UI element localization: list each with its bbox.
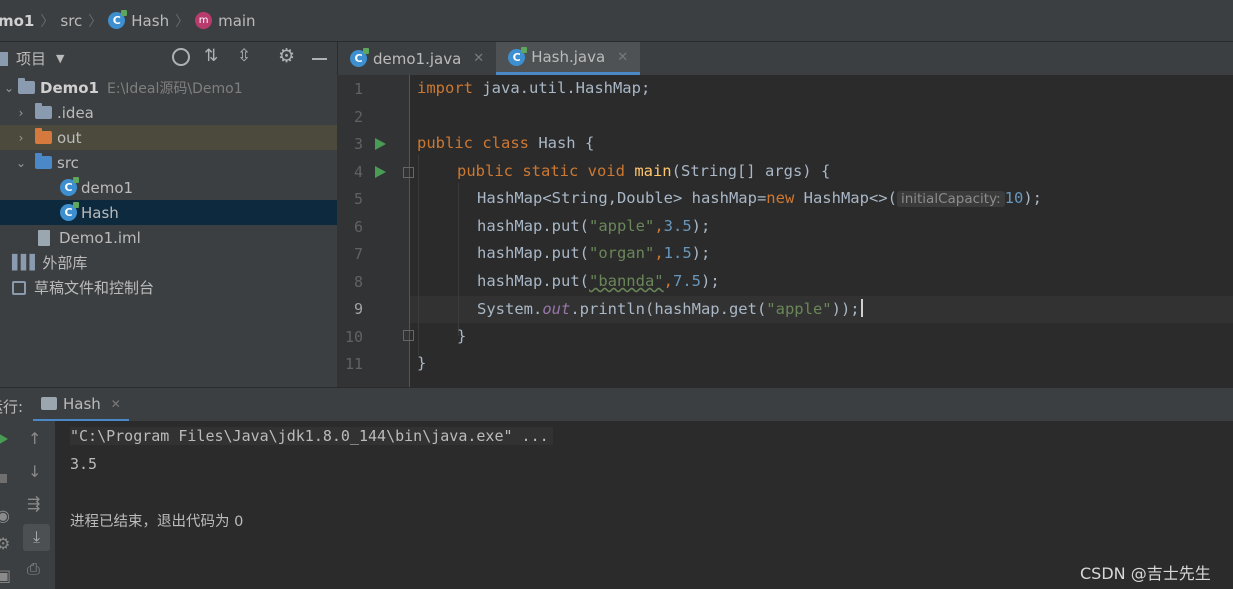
fold-icon[interactable]: [403, 167, 414, 178]
line-number: 8: [353, 273, 363, 291]
chevron-right-icon: 〉: [175, 13, 190, 30]
project-view-selector[interactable]: 项目: [16, 48, 46, 69]
tree-item-idea[interactable]: › .idea: [0, 100, 337, 125]
code-line: hashMap.put("apple",3.5);: [477, 217, 711, 235]
camera-icon[interactable]: ◉: [0, 506, 10, 525]
line-number: 11: [344, 355, 363, 373]
method-icon: m: [195, 12, 213, 29]
source-folder-icon: [35, 153, 52, 169]
breadcrumb-project[interactable]: mo1: [0, 12, 34, 30]
code-line-current: System.out.println(hashMap.get("apple"))…: [477, 299, 863, 318]
indent-guide: [418, 155, 419, 355]
class-icon: C: [60, 202, 79, 221]
console-output[interactable]: [55, 421, 1233, 589]
folder-icon: [35, 103, 52, 119]
fold-icon[interactable]: [403, 330, 414, 341]
rerun-icon[interactable]: [0, 433, 8, 445]
layout-icon[interactable]: ▣: [0, 566, 11, 585]
class-icon: C: [350, 48, 369, 67]
text-cursor: [860, 299, 863, 317]
gear-icon[interactable]: ⚙: [278, 45, 295, 67]
class-icon: C: [60, 177, 79, 196]
tree-item-demo1-iml[interactable]: Demo1.iml: [0, 225, 337, 250]
code-line: }: [457, 327, 467, 345]
console-icon: [41, 397, 57, 410]
tree-item-demo1-root[interactable]: ⌄ Demo1 E:\Ideal源码\Demo1: [0, 75, 337, 100]
breadcrumb-folder[interactable]: src: [60, 12, 82, 30]
scroll-to-end-icon[interactable]: ⤓: [23, 524, 50, 551]
locate-icon[interactable]: [172, 48, 190, 66]
module-icon: [0, 51, 8, 66]
class-icon: C: [108, 10, 128, 29]
line-number: 1: [353, 80, 363, 98]
editor-tabs: C demo1.java ✕ C Hash.java ✕: [337, 42, 1233, 75]
code-line: public static void main(String[] args) {: [457, 162, 831, 180]
run-panel-header: 运行: Hash ✕: [0, 387, 1233, 422]
close-icon[interactable]: ✕: [111, 397, 121, 411]
tab-demo1-java[interactable]: C demo1.java ✕: [338, 42, 496, 75]
chevron-right-icon: 〉: [88, 13, 103, 30]
chevron-down-icon[interactable]: ⌄: [12, 156, 30, 170]
chevron-right-icon: 〉: [40, 13, 55, 30]
print-icon[interactable]: ⎙: [27, 559, 40, 579]
code-line: hashMap.put("organ",1.5);: [477, 244, 711, 262]
scratch-icon: [12, 280, 26, 295]
line-number: 3: [353, 135, 363, 153]
line-number: 6: [353, 218, 363, 236]
code-line: hashMap.put("bannda",7.5);: [477, 272, 720, 290]
breadcrumb-class[interactable]: C Hash: [108, 10, 169, 30]
project-tree: ⌄ Demo1 E:\Ideal源码\Demo1 › .idea › out ⌄…: [0, 75, 337, 387]
tree-item-out[interactable]: › out: [0, 125, 337, 150]
run-toolbar: ↑ ↓ ⇶ ⤓ ⎙ ◉ ⚙ ▣: [0, 421, 55, 589]
watermark: CSDN @吉士先生: [1080, 564, 1211, 583]
run-main-icon[interactable]: [375, 166, 386, 178]
library-icon: ▌▌▌: [12, 254, 40, 271]
line-number: 4: [353, 163, 363, 181]
chevron-right-icon[interactable]: ›: [12, 131, 30, 145]
line-number: 10: [344, 328, 363, 346]
code-line: public class Hash {: [417, 134, 595, 152]
expand-all-icon[interactable]: ⇅: [204, 46, 218, 66]
soft-wrap-icon[interactable]: ⇶: [27, 494, 40, 513]
line-number: 2: [353, 108, 363, 126]
close-icon[interactable]: ✕: [617, 50, 628, 65]
run-panel-label: 运行:: [0, 398, 24, 416]
project-panel-header: 项目 ▼ ⇅ ⇳ ⚙: [0, 42, 337, 75]
arrow-up-icon[interactable]: ↑: [28, 429, 41, 448]
minimize-icon[interactable]: [312, 58, 327, 60]
breadcrumb: mo1 〉 src 〉 C Hash 〉 m main: [0, 0, 1233, 42]
run-tab-hash[interactable]: Hash ✕: [33, 388, 129, 422]
console-line: 进程已结束，退出代码为 0: [70, 514, 244, 530]
breadcrumb-method[interactable]: m main: [195, 12, 256, 30]
tree-item-scratches[interactable]: 草稿文件和控制台: [0, 275, 337, 300]
module-folder-icon: [18, 78, 35, 94]
indent-guide: [458, 183, 459, 336]
tree-item-demo1-class[interactable]: C demo1: [0, 175, 337, 200]
tab-hash-java[interactable]: C Hash.java ✕: [496, 42, 641, 75]
chevron-down-icon[interactable]: ⌄: [0, 81, 18, 95]
chevron-down-icon[interactable]: ▼: [56, 52, 64, 65]
excluded-folder-icon: [35, 128, 52, 144]
tree-item-src[interactable]: ⌄ src: [0, 150, 337, 175]
parameter-hint: initialCapacity:: [896, 191, 1005, 207]
console-line: "C:\Program Files\Java\jdk1.8.0_144\bin\…: [70, 427, 553, 445]
tree-item-hash-class[interactable]: C Hash: [0, 200, 337, 225]
line-number: 5: [353, 190, 363, 208]
settings-icon[interactable]: ⚙: [0, 534, 10, 553]
run-class-icon[interactable]: [375, 138, 386, 150]
class-icon: C: [508, 46, 528, 66]
close-icon[interactable]: ✕: [473, 51, 484, 66]
console-line: 3.5: [70, 455, 98, 473]
tree-item-external-libraries[interactable]: ▌▌▌ 外部库: [0, 250, 337, 275]
file-icon: [38, 229, 50, 246]
line-number: 7: [353, 245, 363, 263]
arrow-down-icon[interactable]: ↓: [28, 462, 41, 481]
line-number-current: 9: [353, 300, 363, 318]
collapse-all-icon[interactable]: ⇳: [237, 46, 251, 66]
code-line: import java.util.HashMap;: [417, 79, 651, 97]
code-line: HashMap<String,Double> hashMap=new HashM…: [477, 189, 1042, 207]
stop-icon[interactable]: [0, 474, 7, 483]
chevron-right-icon[interactable]: ›: [12, 106, 30, 120]
code-line: }: [417, 354, 427, 372]
